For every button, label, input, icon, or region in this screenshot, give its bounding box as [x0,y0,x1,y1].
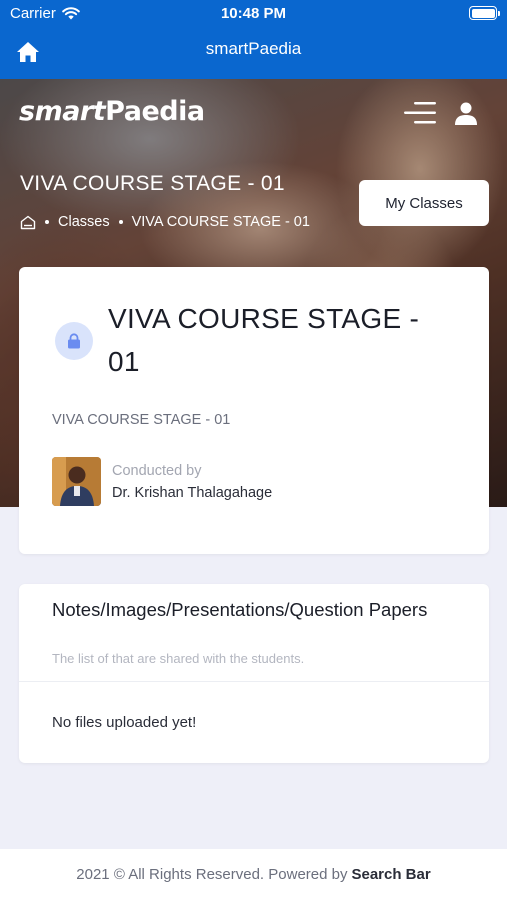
status-bar: Carrier 10:48 PM [0,0,507,28]
breadcrumb: Classes VIVA COURSE STAGE - 01 [20,214,310,230]
footer-copyright: 2021 © All Rights Reserved. Powered by [76,866,348,883]
user-icon [455,102,477,125]
files-card: Notes/Images/Presentations/Question Pape… [19,584,489,763]
divider [19,681,489,682]
lock-badge [55,322,93,360]
page-title: VIVA COURSE STAGE - 01 [20,172,285,195]
breadcrumb-classes-link[interactable]: Classes [58,214,110,230]
menu-button[interactable] [402,100,436,126]
breadcrumb-separator [118,220,123,224]
course-title: VIVA COURSE STAGE - 01 [108,303,420,377]
nav-title: smartPaedia [205,39,302,58]
course-card: VIVA COURSE STAGE - 01 VIVA COURSE STAGE… [19,267,489,554]
footer-powered-by-link[interactable]: Search Bar [351,866,430,883]
brand-logo-suffix: Paedia [105,96,205,127]
footer: 2021 © All Rights Reserved. Powered by S… [0,849,507,900]
teacher-avatar-image [52,457,101,506]
course-subtitle: VIVA COURSE STAGE - 01 [52,412,231,428]
conducted-by-label: Conducted by [112,463,202,479]
my-classes-button[interactable]: My Classes [359,180,489,226]
breadcrumb-current: VIVA COURSE STAGE - 01 [131,214,310,230]
breadcrumb-separator [45,220,49,224]
menu-icon [404,102,436,124]
files-card-title: Notes/Images/Presentations/Question Pape… [52,599,428,620]
status-time: 10:48 PM [220,5,287,22]
lock-icon [68,333,80,349]
brand-logo-prefix: smart [19,96,106,127]
top-bar: Carrier 10:48 PM smartPaedia [0,0,507,79]
battery-icon [469,6,500,20]
files-card-subtitle: The list of that are shared with the stu… [52,651,305,666]
empty-files-message: No files uploaded yet! [52,714,197,731]
breadcrumb-home-icon[interactable] [20,215,36,230]
teacher-avatar [52,457,101,506]
user-account-button[interactable] [453,100,479,126]
teacher-name[interactable]: Dr. Krishan Thalagahage [112,485,272,501]
nav-bar: smartPaedia [0,30,507,74]
brand-logo[interactable]: smartPaedia [19,96,205,127]
